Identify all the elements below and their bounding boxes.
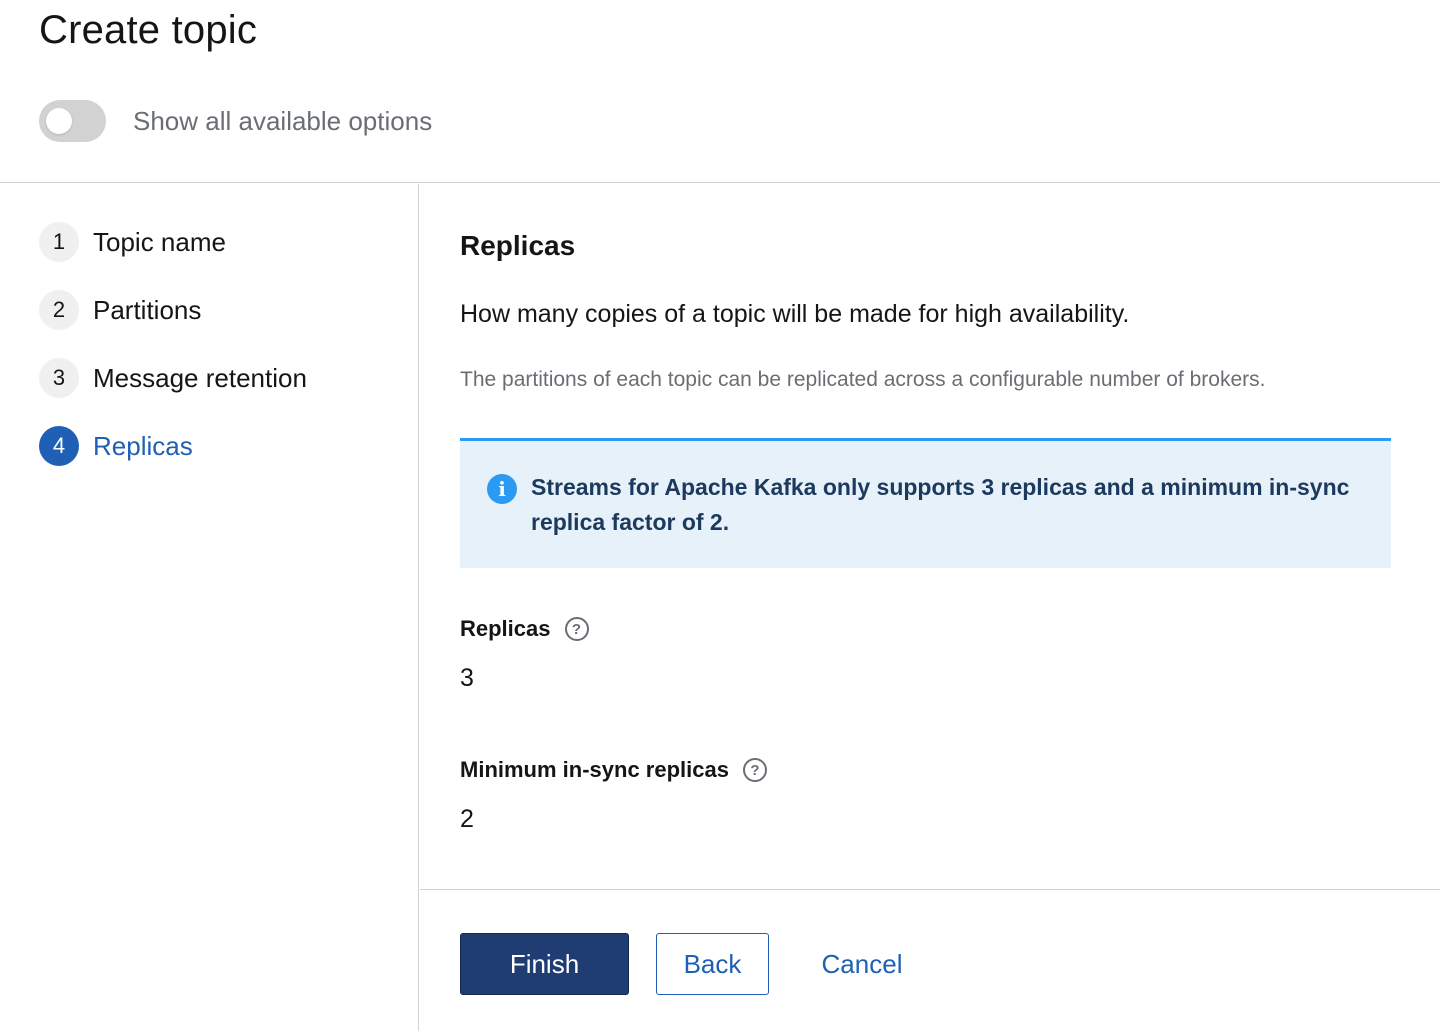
min-in-sync-replicas-label-text: Minimum in-sync replicas [460,757,729,782]
step-label: Topic name [93,226,226,257]
page-title: Create topic [39,8,258,52]
toggle-knob [46,108,72,134]
wizard-nav: 1 Topic name 2 Partitions 3 Message rete… [0,184,419,1031]
replicas-field-label: Replicas ? [460,616,589,642]
wizard-footer: Finish Back Cancel [420,889,1440,1031]
page-header: Create topic Show all available options [0,0,1440,183]
section-description: How many copies of a topic will be made … [460,300,1130,328]
wizard-step-replicas[interactable]: 4 Replicas [39,426,193,466]
min-in-sync-replicas-help-icon[interactable]: ? [742,758,767,782]
info-alert-text: Streams for Apache Kafka only supports 3… [531,474,1350,535]
step-number: 1 [39,222,79,262]
step-number: 2 [39,290,79,330]
min-in-sync-replicas-field-label: Minimum in-sync replicas ? [460,757,767,783]
info-alert: i Streams for Apache Kafka only supports… [460,438,1391,568]
step-label: Partitions [93,294,202,325]
info-icon: i [487,474,517,504]
wizard-step-message-retention[interactable]: 3 Message retention [39,358,307,398]
replicas-label-text: Replicas [460,616,551,641]
show-all-options-row: Show all available options [39,100,432,142]
replicas-help-icon[interactable]: ? [564,617,589,641]
min-in-sync-replicas-value: 2 [460,805,474,833]
section-title: Replicas [460,230,576,261]
section-helper-text: The partitions of each topic can be repl… [460,368,1266,391]
step-label: Replicas [93,430,193,461]
show-all-options-label: Show all available options [133,105,433,136]
show-all-options-toggle[interactable] [39,100,106,142]
wizard-step-partitions[interactable]: 2 Partitions [39,290,201,330]
wizard-step-topic-name[interactable]: 1 Topic name [39,222,226,262]
step-number: 3 [39,358,79,398]
replicas-value: 3 [460,664,474,692]
step-number: 4 [39,426,79,466]
back-button[interactable]: Back [656,933,769,995]
finish-button[interactable]: Finish [460,933,629,995]
wizard-body: Replicas How many copies of a topic will… [420,184,1440,889]
cancel-button[interactable]: Cancel [802,933,922,995]
step-label: Message retention [93,362,307,393]
